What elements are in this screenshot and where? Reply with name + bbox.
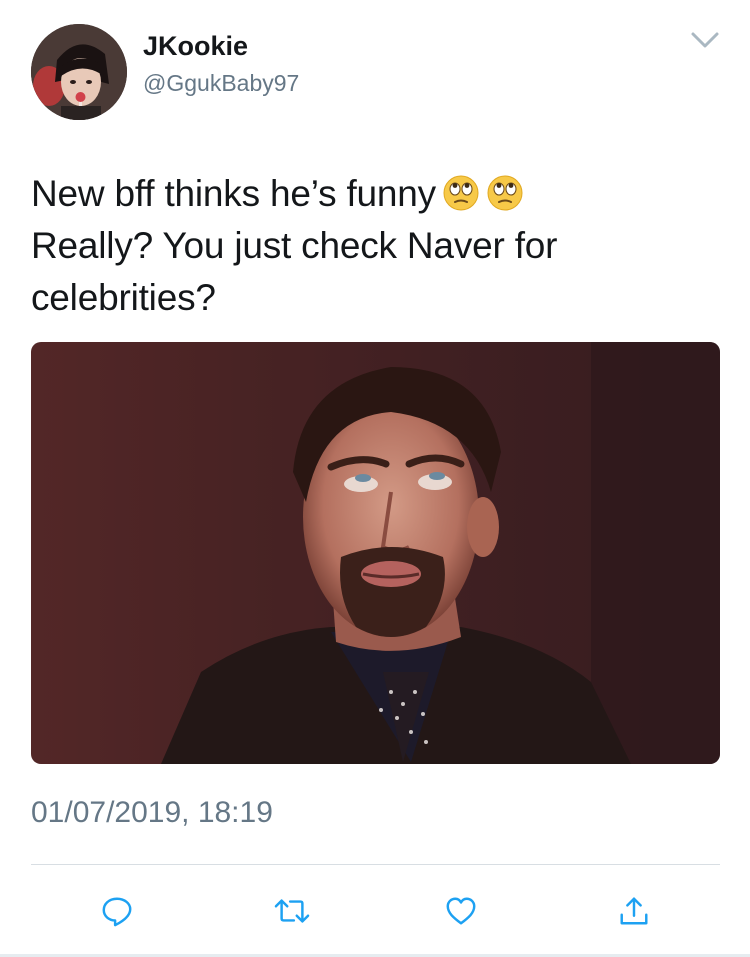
tweet-timestamp[interactable]: 01/07/2019, 18:19 — [31, 795, 273, 831]
avatar-image — [31, 24, 127, 120]
tweet-text-line-3: celebrities? — [31, 277, 216, 318]
like-icon[interactable] — [435, 885, 487, 937]
face-with-rolling-eyes-icon — [443, 175, 479, 211]
share-icon[interactable] — [608, 885, 660, 937]
tweet-header: JKookie @GgukBaby97 — [31, 24, 721, 124]
tweet-media-image[interactable] — [31, 342, 720, 764]
retweet-icon[interactable] — [266, 885, 318, 937]
user-names: JKookie @GgukBaby97 — [143, 30, 299, 98]
tweet-text-line-2: Really? You just check Naver for — [31, 225, 558, 266]
divider — [31, 864, 720, 865]
chevron-down-icon[interactable] — [689, 26, 721, 54]
tweet-card: JKookie @GgukBaby97 New bff thinks he’s … — [0, 0, 750, 957]
tweet-actions — [31, 885, 720, 937]
avatar[interactable] — [31, 24, 127, 120]
tweet-text-line-1-text: New bff thinks he’s funny — [31, 173, 436, 214]
tweet-text-line-1: New bff thinks he’s funny — [31, 168, 721, 220]
face-with-rolling-eyes-icon — [487, 175, 523, 211]
display-name[interactable]: JKookie — [143, 30, 299, 62]
reply-icon[interactable] — [91, 885, 143, 937]
tweet-text: New bff thinks he’s funny Really? You ju… — [31, 168, 721, 324]
user-handle[interactable]: @GgukBaby97 — [143, 68, 299, 98]
